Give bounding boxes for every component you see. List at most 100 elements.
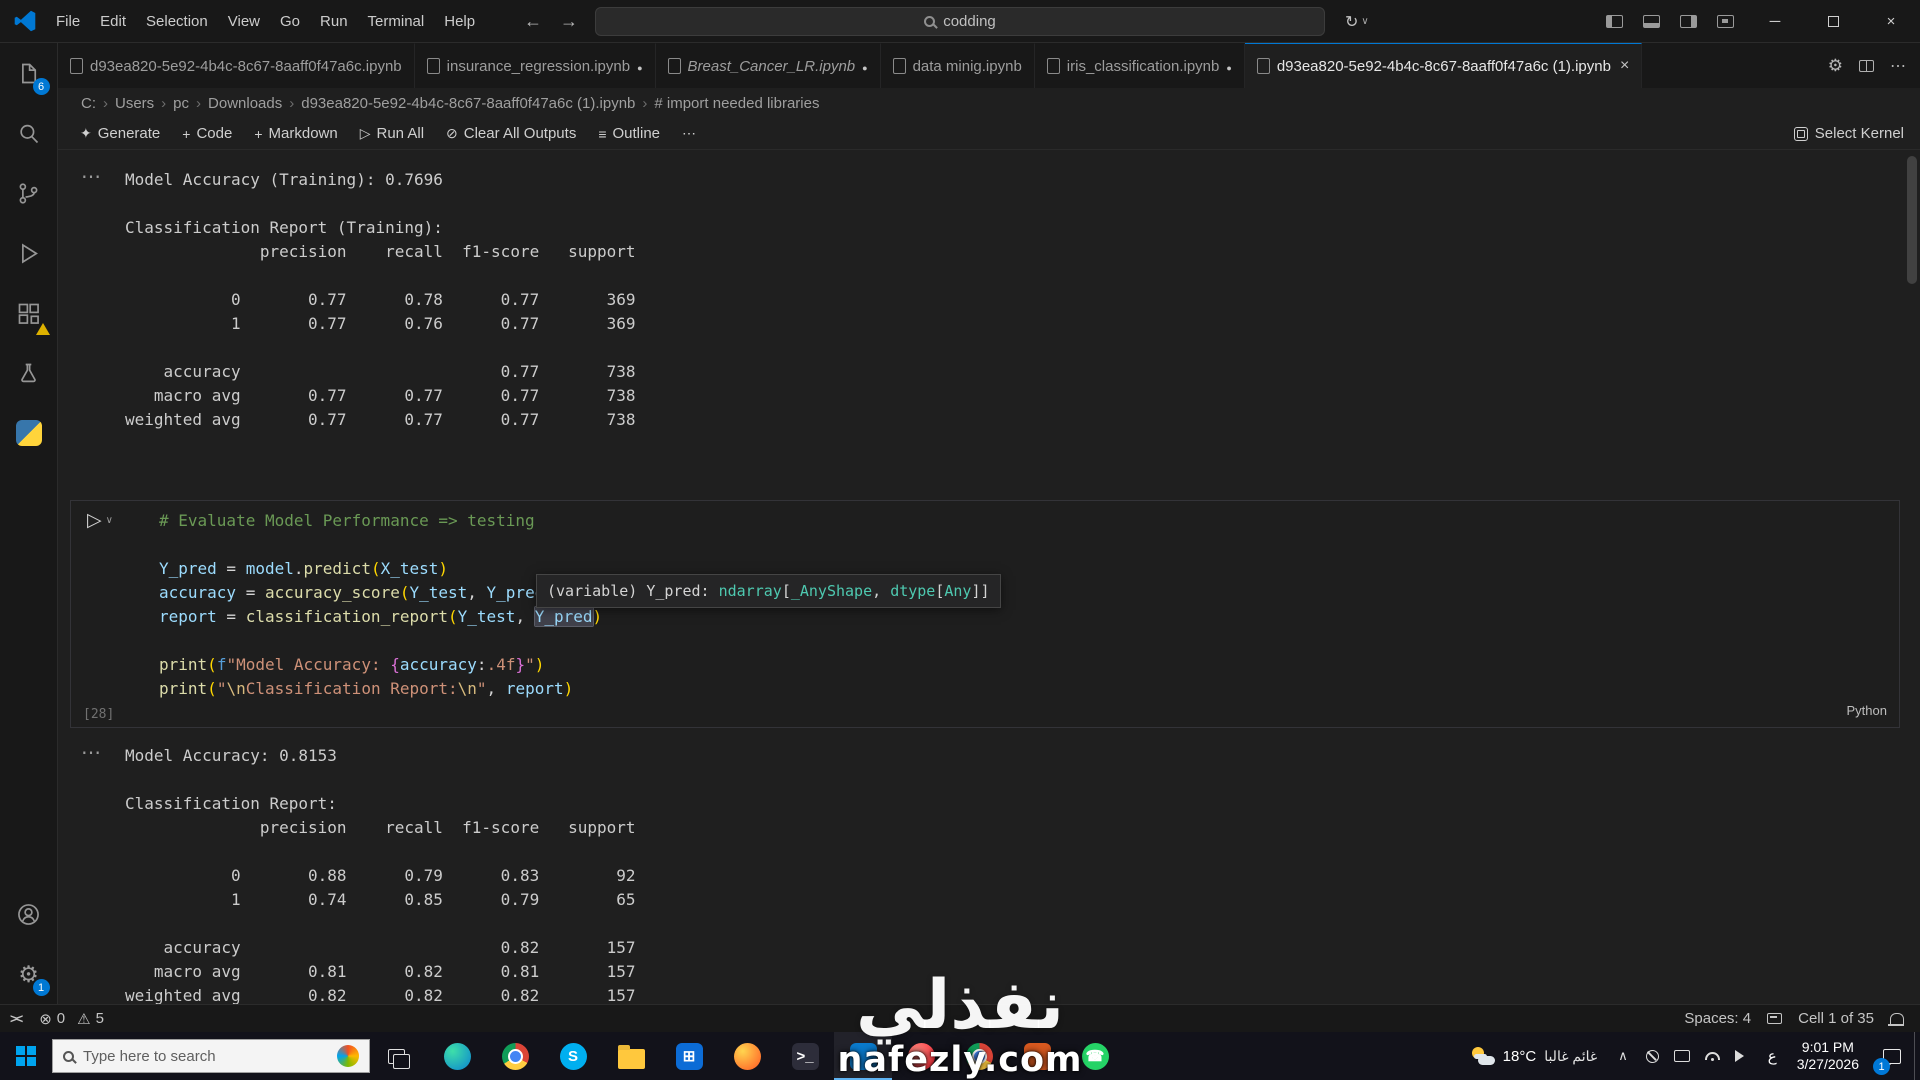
code-cell[interactable]: [28] # Evaluate Model Performance => tes… (70, 500, 1900, 728)
display-icon[interactable] (1673, 1050, 1690, 1062)
output-options-icon[interactable] (81, 166, 101, 188)
activity-testing[interactable] (0, 343, 58, 403)
editor-tab[interactable]: data minig.ipynb (880, 43, 1035, 88)
editor-tab[interactable]: d93ea820-5e92-4b4c-8c67-8aaff0f47a6c.ipy… (58, 43, 415, 88)
code-line[interactable]: Y_pred = model.predict(X_test) (159, 557, 1899, 581)
code-line[interactable] (159, 629, 1899, 653)
run-cell-button[interactable] (87, 509, 159, 532)
customize-layout-icon[interactable] (1717, 15, 1734, 28)
taskbar-app-opera[interactable] (892, 1032, 950, 1080)
search-value: codding (943, 13, 996, 30)
close-tab-icon[interactable] (1620, 57, 1629, 75)
activity-extensions[interactable] (0, 283, 58, 343)
taskbar-app-whatsapp[interactable]: ☎ (1066, 1032, 1124, 1080)
remote-indicator[interactable]: >< (0, 1011, 33, 1026)
breadcrumb-item[interactable]: C: (81, 95, 96, 112)
run-all-button[interactable]: ▷ Run All (352, 123, 432, 144)
cell-indicator[interactable]: Cell 1 of 35 (1798, 1010, 1874, 1027)
cell-language-picker[interactable]: Python (1847, 699, 1887, 723)
back-arrow-icon[interactable] (524, 11, 542, 32)
taskbar-app-edge[interactable] (428, 1032, 486, 1080)
menu-selection[interactable]: Selection (136, 0, 218, 42)
select-kernel-button[interactable]: Select Kernel (1793, 125, 1904, 142)
breadcrumb-item[interactable]: d93ea820-5e92-4b4c-8c67-8aaff0f47a6c (1)… (301, 95, 635, 112)
code-line[interactable]: report = classification_report(Y_test, Y… (159, 605, 1899, 629)
breadcrumb-item[interactable]: Downloads (208, 95, 282, 112)
taskbar-search[interactable]: Type here to search (52, 1039, 370, 1073)
menu-edit[interactable]: Edit (90, 0, 136, 42)
taskbar-app-firefox[interactable] (718, 1032, 776, 1080)
start-button[interactable] (0, 1032, 52, 1080)
editor-tab[interactable]: insurance_regression.ipynb (414, 43, 656, 88)
code-line[interactable]: # Evaluate Model Performance => testing (159, 509, 1899, 533)
more-actions-button[interactable]: ⋯ (674, 123, 704, 144)
taskbar-app-terminal[interactable]: >_ (776, 1032, 834, 1080)
taskbar-app-chrome[interactable] (486, 1032, 544, 1080)
focus-assist-icon[interactable] (1645, 1049, 1659, 1063)
breadcrumb-item[interactable]: pc (173, 95, 189, 112)
list-icon: ≡ (598, 125, 607, 142)
activity-search[interactable] (0, 103, 58, 163)
output-options-icon[interactable] (81, 742, 101, 764)
wifi-icon[interactable] (1704, 1052, 1720, 1061)
code-line[interactable]: print("\nClassification Report:\n", repo… (159, 677, 1899, 701)
screen-reader-icon[interactable] (1767, 1013, 1783, 1024)
taskbar-app-file-explorer[interactable] (602, 1032, 660, 1080)
taskbar-app-office-app[interactable] (1008, 1032, 1066, 1080)
taskbar-app-microsoft-store[interactable]: ⊞ (660, 1032, 718, 1080)
hidden-icons-chevron[interactable]: ∧ (1609, 1048, 1637, 1064)
toggle-sidebar-icon[interactable] (1606, 15, 1623, 28)
activity-python[interactable] (0, 403, 58, 463)
menu-file[interactable]: File (46, 0, 90, 42)
weather-widget[interactable]: 18°C غائم غالبا (1458, 1046, 1610, 1066)
action-center-button[interactable]: 1 (1870, 1032, 1914, 1080)
command-center-search[interactable]: codding (595, 7, 1325, 36)
taskbar-app-skype[interactable]: S (544, 1032, 602, 1080)
taskbar-app-vscode[interactable] (834, 1032, 892, 1080)
toggle-secondary-sidebar-icon[interactable] (1680, 15, 1697, 28)
editor-tab[interactable]: Breast_Cancer_LR.ipynb (655, 43, 881, 88)
editor-tab[interactable]: d93ea820-5e92-4b4c-8c67-8aaff0f47a6c (1)… (1244, 43, 1643, 88)
menu-view[interactable]: View (218, 0, 270, 42)
notebook-settings-gear-icon[interactable]: ⚙ (1828, 56, 1843, 76)
activity-explorer[interactable]: 6 (0, 43, 58, 103)
code-line[interactable] (159, 533, 1899, 557)
show-desktop-button[interactable] (1914, 1032, 1920, 1080)
activity-run-debug[interactable] (0, 223, 58, 283)
notifications-bell-icon[interactable] (1888, 1013, 1904, 1026)
indentation-indicator[interactable]: Spaces: 4 (1684, 1010, 1751, 1027)
close-window-button[interactable] (1862, 0, 1920, 43)
keyboard-language-indicator[interactable]: ع (1759, 1047, 1786, 1065)
activity-account[interactable] (0, 884, 58, 944)
scrollbar-thumb[interactable] (1907, 156, 1917, 284)
menu-help[interactable]: Help (434, 0, 485, 42)
menu-terminal[interactable]: Terminal (358, 0, 435, 42)
menu-go[interactable]: Go (270, 0, 310, 42)
breadcrumb-item[interactable]: # import needed libraries (654, 95, 819, 112)
markdown-button[interactable]: + Markdown (246, 123, 345, 144)
taskbar-clock[interactable]: 9:01 PM 3/27/2026 (1786, 1039, 1870, 1073)
editor-tab[interactable]: iris_classification.ipynb (1034, 43, 1245, 88)
maximize-button[interactable] (1804, 0, 1862, 43)
toggle-panel-icon[interactable] (1643, 15, 1660, 28)
sync-dropdown-button[interactable] (1345, 0, 1369, 43)
cell-code-editor[interactable]: # Evaluate Model Performance => testing Y… (159, 501, 1899, 727)
generate-button[interactable]: ✦ Generate (72, 123, 168, 144)
more-actions-icon[interactable] (1890, 56, 1906, 76)
minimize-button[interactable] (1746, 0, 1804, 43)
task-view-button[interactable] (370, 1032, 422, 1080)
forward-arrow-icon[interactable] (560, 11, 578, 32)
taskbar-app-chrome-profile[interactable] (950, 1032, 1008, 1080)
activity-source-control[interactable] (0, 163, 58, 223)
menu-run[interactable]: Run (310, 0, 358, 42)
code-button[interactable]: + Code (174, 123, 240, 144)
code-line[interactable]: print(f"Model Accuracy: {accuracy:.4f}") (159, 653, 1899, 677)
code-line[interactable]: accuracy = accuracy_score(Y_test, Y_pred… (159, 581, 1899, 605)
outline-button[interactable]: ≡ Outline (590, 123, 668, 144)
problems-indicator[interactable]: ⊗ 0 ⚠ 5 (33, 1010, 110, 1028)
activity-settings[interactable]: ⚙ 1 (0, 944, 58, 1004)
breadcrumb-item[interactable]: Users (115, 95, 154, 112)
clear-all-outputs-button[interactable]: ⊘ Clear All Outputs (438, 123, 584, 144)
split-editor-icon[interactable] (1859, 59, 1874, 72)
volume-icon[interactable] (1734, 1050, 1750, 1062)
